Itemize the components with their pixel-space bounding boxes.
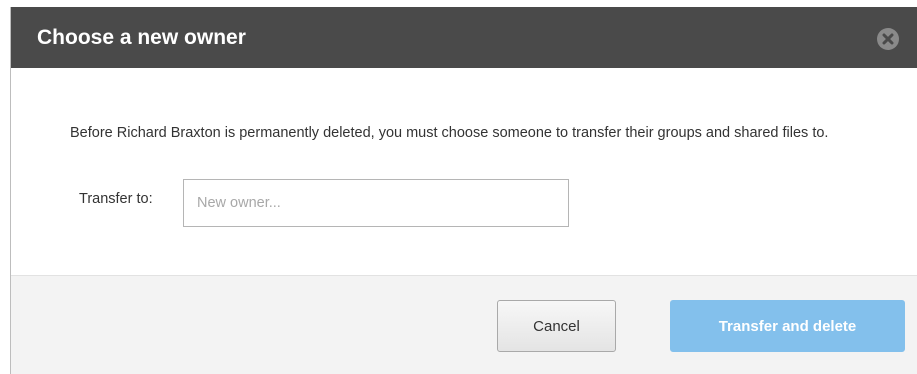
dialog-body: Before Richard Braxton is permanently de… (11, 68, 917, 275)
close-button[interactable] (877, 28, 899, 50)
cancel-button[interactable]: Cancel (497, 300, 616, 352)
dialog-header: Choose a new owner (11, 7, 917, 68)
close-icon (882, 33, 894, 45)
dialog-title: Choose a new owner (37, 26, 246, 49)
dialog-footer: Cancel Transfer and delete (11, 275, 917, 374)
deletion-message: Before Richard Braxton is permanently de… (70, 125, 829, 141)
transfer-to-label: Transfer to: (79, 191, 153, 207)
new-owner-input[interactable] (183, 179, 569, 227)
transfer-and-delete-button[interactable]: Transfer and delete (670, 300, 905, 352)
choose-owner-dialog: Choose a new owner Before Richard Braxto… (10, 7, 917, 374)
